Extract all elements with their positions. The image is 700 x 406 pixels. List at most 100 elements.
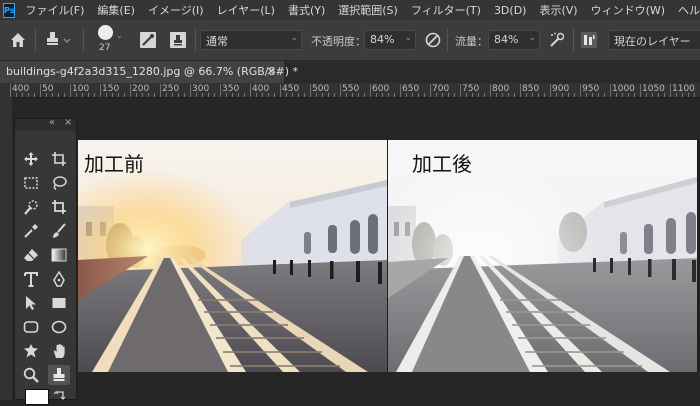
rounded-rect-icon[interactable]: [20, 317, 42, 337]
shape-icon[interactable]: [20, 341, 42, 361]
blend-mode-select[interactable]: 通常 ⌄: [200, 30, 302, 50]
ruler-minor-tick: [322, 93, 323, 97]
ruler-minor-tick: [256, 93, 257, 97]
ruler-minor-tick: [682, 93, 683, 97]
sample-layer-value: 現在のレイヤー: [614, 35, 691, 48]
ruler-minor-tick: [88, 93, 89, 97]
ruler-minor-tick: [208, 93, 209, 97]
ruler-label: 400: [12, 84, 30, 94]
lasso-icon[interactable]: [48, 173, 70, 193]
menu-layer[interactable]: レイヤー(L): [213, 2, 284, 18]
ruler-minor-tick: [628, 93, 629, 97]
brush-size-picker[interactable]: 27 ⌄: [94, 23, 123, 57]
swap-colors-icon[interactable]: [53, 387, 67, 400]
ruler-minor-tick: [34, 93, 35, 97]
menu-3d[interactable]: 3D(D): [490, 4, 536, 17]
opacity-input[interactable]: 84% ⌄: [364, 30, 416, 50]
ruler-label: 750: [462, 84, 480, 94]
menu-filter[interactable]: フィルター(T): [407, 2, 490, 18]
menu-help[interactable]: ヘルプ(H): [674, 2, 700, 18]
ruler-minor-tick: [586, 93, 587, 97]
close-tab-icon[interactable]: ×: [266, 64, 276, 78]
marquee-icon[interactable]: [20, 173, 42, 193]
ruler-minor-tick: [334, 93, 335, 97]
document-canvas[interactable]: 加工前 加工後: [78, 140, 700, 372]
brush-icon[interactable]: [48, 221, 70, 241]
vertical-ruler: [0, 97, 12, 400]
ruler-major-tick: [460, 84, 461, 97]
ruler-minor-tick: [694, 93, 695, 97]
ruler-minor-tick: [346, 93, 347, 97]
menu-window[interactable]: ウィンドウ(W): [587, 2, 674, 18]
menu-type[interactable]: 書式(Y): [284, 2, 334, 18]
ruler-minor-tick: [328, 93, 329, 97]
menu-edit[interactable]: 編集(E): [93, 2, 144, 18]
artboard-icon[interactable]: [48, 149, 70, 169]
ruler-major-tick: [340, 84, 341, 97]
menu-image[interactable]: イメージ(I): [144, 2, 213, 18]
path-select-icon[interactable]: [20, 293, 42, 313]
ruler-minor-tick: [538, 93, 539, 97]
menu-view[interactable]: 表示(V): [535, 2, 586, 18]
ruler-major-tick: [370, 84, 371, 97]
aligned-toggle-icon[interactable]: [580, 31, 598, 49]
crop-icon[interactable]: [48, 197, 70, 217]
chevron-down-icon: ⌄: [404, 33, 412, 43]
tool-preset-picker[interactable]: [44, 30, 72, 50]
ruler-minor-tick: [646, 93, 647, 97]
ruler-major-tick: [490, 84, 491, 97]
ruler-label: 550: [342, 84, 360, 94]
options-bar: 27 ⌄ 通常 ⌄ 不透明度： 84% ⌄ 流量： 84% ⌄ 現在のレイヤー: [0, 20, 700, 61]
ruler-major-tick: [280, 84, 281, 97]
pen-icon[interactable]: [48, 269, 70, 289]
clone-stamp-icon[interactable]: [48, 365, 70, 385]
ruler-minor-tick: [232, 93, 233, 97]
document-title: buildings-g4f2a3d315_1280.jpg @ 66.7% (R…: [6, 65, 298, 78]
quick-select-icon[interactable]: [20, 197, 42, 217]
rectangle-icon[interactable]: [48, 293, 70, 313]
ruler-major-tick: [220, 84, 221, 97]
airbrush-icon[interactable]: [548, 31, 566, 49]
after-label: 加工後: [412, 152, 472, 176]
type-icon[interactable]: [20, 269, 42, 289]
ellipse-icon[interactable]: [48, 317, 70, 337]
ruler-minor-tick: [106, 93, 107, 97]
zoom-icon[interactable]: [20, 365, 42, 385]
ruler-minor-tick: [304, 93, 305, 97]
eraser-icon[interactable]: [20, 245, 42, 265]
collapse-panel-icon[interactable]: «: [49, 117, 55, 128]
document-tab[interactable]: buildings-g4f2a3d315_1280.jpg @ 66.7% (R…: [0, 61, 298, 83]
menu-file[interactable]: ファイル(F): [21, 2, 93, 18]
ruler-minor-tick: [502, 93, 503, 97]
ruler-major-tick: [70, 84, 71, 97]
brush-settings-toggle-icon[interactable]: [139, 31, 157, 49]
menu-select[interactable]: 選択範囲(S): [334, 2, 407, 18]
ruler-label: 200: [132, 84, 150, 94]
ruler-minor-tick: [136, 93, 137, 97]
ruler-major-tick: [40, 84, 41, 97]
ruler-minor-tick: [148, 93, 149, 97]
clone-source-panel-icon[interactable]: [169, 31, 187, 49]
eyedropper-icon[interactable]: [20, 221, 42, 241]
home-icon[interactable]: [8, 31, 28, 49]
ruler-minor-tick: [214, 93, 215, 97]
close-panel-icon[interactable]: ×: [64, 117, 72, 128]
sample-layer-select[interactable]: 現在のレイヤー: [608, 30, 700, 50]
move-icon[interactable]: [20, 149, 42, 169]
ruler-minor-tick: [406, 93, 407, 97]
foreground-color-swatch[interactable]: [25, 389, 49, 405]
ruler-major-tick: [520, 84, 521, 97]
ruler-minor-tick: [76, 93, 77, 97]
blend-mode-value: 通常: [206, 35, 228, 48]
ruler-minor-tick: [472, 93, 473, 97]
ruler-label: 250: [162, 84, 180, 94]
hand-icon[interactable]: [48, 341, 70, 361]
photoshop-logo: Ps: [3, 2, 16, 18]
ruler-minor-tick: [16, 93, 17, 97]
ruler-minor-tick: [562, 93, 563, 97]
ruler-minor-tick: [496, 93, 497, 97]
gradient-icon[interactable]: [48, 245, 70, 265]
ruler-minor-tick: [478, 93, 479, 97]
flow-input[interactable]: 84% ⌄: [488, 30, 540, 50]
pressure-opacity-icon[interactable]: [424, 31, 442, 49]
